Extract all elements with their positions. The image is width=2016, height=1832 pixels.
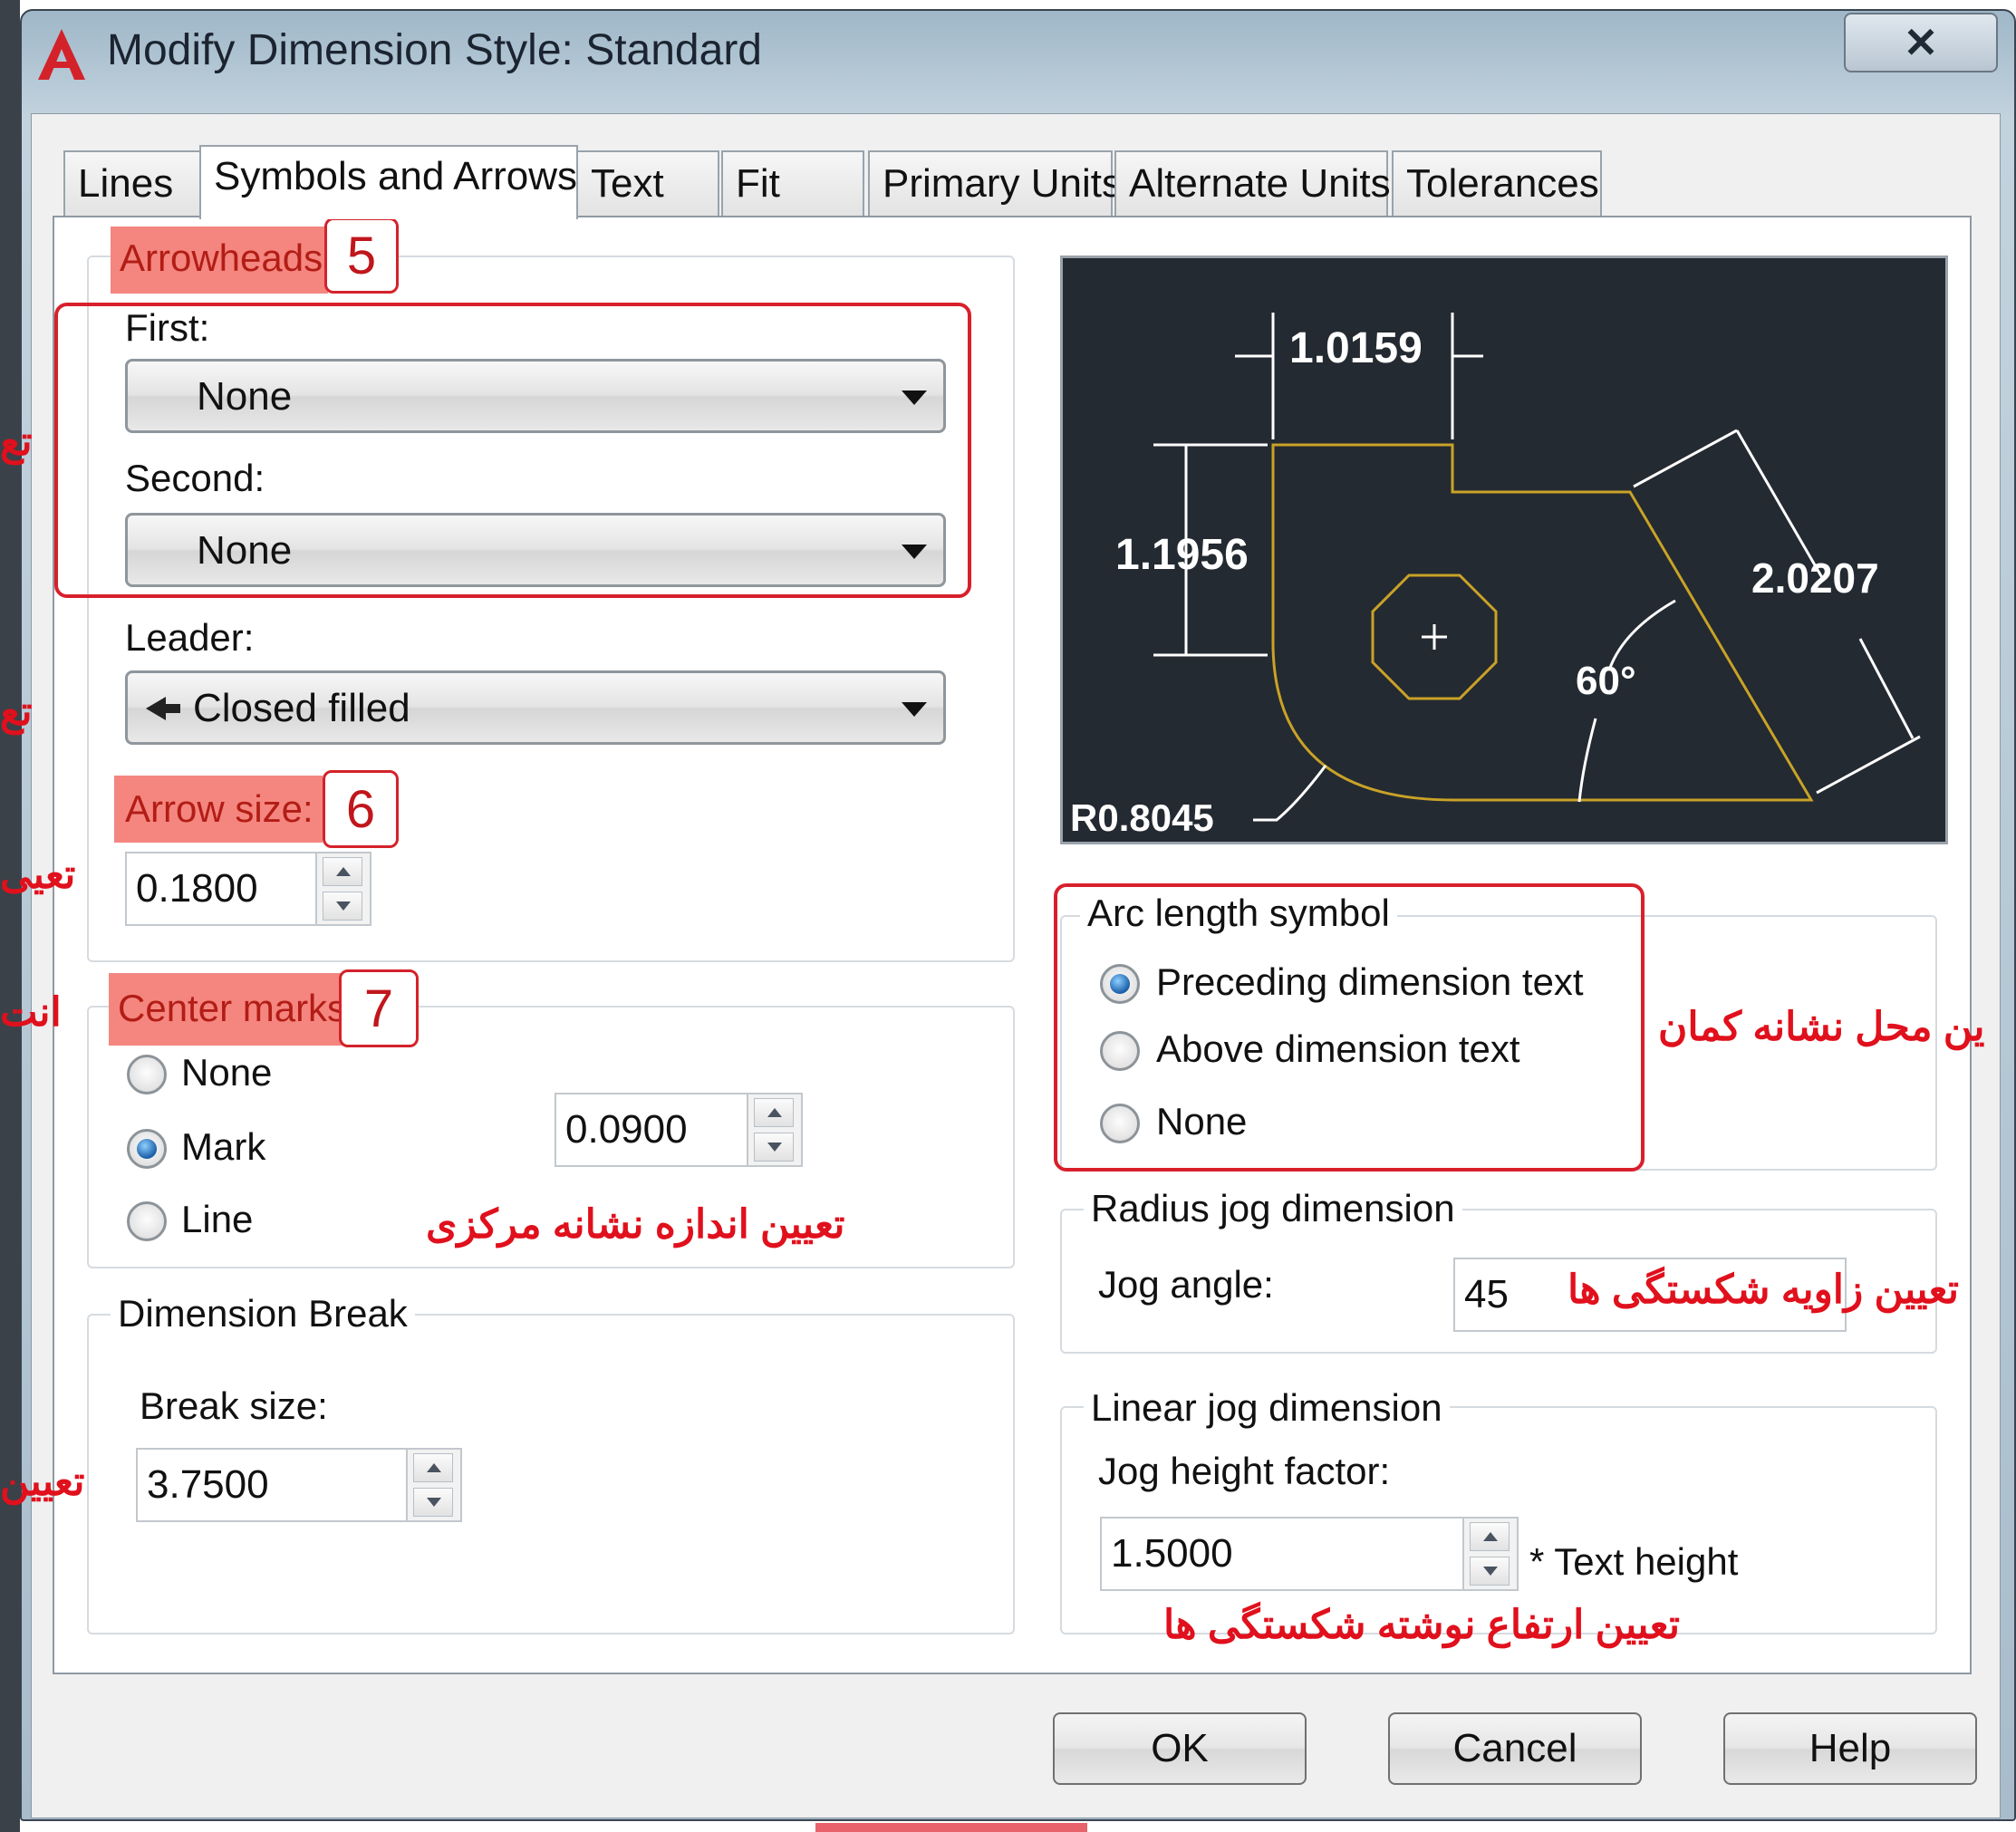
dimension-preview: 1.0159 1.1956 2.0207 60° R0.8045 [1060,256,1948,844]
close-button[interactable]: ✕ [1844,13,1998,72]
chevron-down-icon [902,545,927,559]
closed-filled-arrow-icon [146,697,180,720]
leader-label: Leader: [125,616,255,659]
background-accent [815,1823,1087,1832]
annotation-left-4: انت [0,990,62,1035]
chevron-down-icon [902,702,927,717]
center-line-label: Line [181,1198,254,1240]
arc-above-label: Above dimension text [1156,1027,1520,1070]
spin-down-icon[interactable] [754,1133,794,1162]
annotation-arc-symbol-position: ین محل نشانه کمان [1658,1005,1985,1049]
leader-arrow-value: Closed filled [193,686,410,730]
tab-primary-units[interactable]: Primary Units [868,150,1122,216]
jog-height-factor-spinner [1462,1519,1517,1589]
jog-height-factor-value: 1.5000 [1111,1531,1233,1576]
tab-symbols-and-arrows[interactable]: Symbols and Arrows [199,145,578,219]
linear-jog-title: Linear jog dimension [1084,1386,1450,1430]
arc-none-radio[interactable] [1100,1104,1140,1143]
cancel-button[interactable]: Cancel [1388,1712,1642,1785]
step-badge-7: 7 [339,969,419,1047]
break-size-input[interactable]: 3.7500 [136,1448,462,1522]
center-line-radio[interactable] [127,1201,167,1241]
break-size-value: 3.7500 [147,1462,269,1507]
preview-radius: R0.8045 [1070,796,1214,839]
arc-length-title: Arc length symbol [1080,892,1397,935]
center-mark-size-input[interactable]: 0.0900 [555,1093,803,1167]
arc-preceding-radio[interactable] [1100,964,1140,1004]
second-arrow-select[interactable]: None [125,513,946,587]
first-arrow-label: First: [125,306,210,349]
tab-fit[interactable]: Fit [721,150,864,216]
close-icon: ✕ [1903,19,1939,66]
annotation-left-2: تع [0,689,33,734]
spin-up-icon[interactable] [754,1098,794,1127]
annotation-left-1: تع [0,419,33,464]
chevron-down-icon [902,391,927,405]
dimension-break-title: Dimension Break [111,1292,415,1335]
tab-text[interactable]: Text [576,150,719,216]
jog-angle-value: 45 [1464,1272,1509,1316]
center-mark-radio[interactable] [127,1129,167,1169]
arc-preceding-label: Preceding dimension text [1156,960,1584,1003]
arc-above-radio[interactable] [1100,1031,1140,1071]
jog-height-factor-label: Jog height factor: [1098,1450,1391,1492]
spin-up-icon[interactable] [1470,1522,1510,1551]
preview-dim-top: 1.0159 [1289,324,1423,372]
tab-alternate-units[interactable]: Alternate Units [1114,150,1391,216]
radius-jog-title: Radius jog dimension [1084,1187,1462,1230]
center-marks-title: Center marks [109,973,346,1046]
second-arrow-value: None [197,528,293,573]
center-none-label: None [181,1051,273,1094]
tab-tolerances[interactable]: Tolerances [1392,150,1602,216]
jog-angle-label: Jog angle: [1098,1263,1274,1306]
autocad-logo-icon [38,29,85,80]
center-mark-size-spinner [747,1094,801,1165]
step-badge-5: 5 [324,217,399,294]
spin-up-icon[interactable] [413,1453,453,1482]
first-arrow-value: None [197,374,293,419]
annotation-jog-text-height: تعیین ارتفاع نوشته شکستگی ها [1163,1603,1681,1647]
arrow-size-label: Arrow size: [114,776,323,843]
preview-dim-right: 2.0207 [1751,554,1879,602]
spin-down-icon[interactable] [323,892,362,921]
text-height-suffix: * Text height [1529,1540,1739,1583]
arrow-size-value: 0.1800 [136,866,258,911]
annotation-left-5: تعیین [0,1460,85,1504]
tab-lines[interactable]: Lines [63,150,201,216]
arrowheads-title: Arrowheads [111,227,328,294]
spin-up-icon[interactable] [323,857,362,886]
center-mark-size-value: 0.0900 [565,1107,688,1152]
first-arrow-select[interactable]: None [125,359,946,433]
ok-button[interactable]: OK [1053,1712,1307,1785]
background-window-edge [0,0,20,1832]
arc-none-label: None [1156,1100,1248,1143]
preview-angle: 60° [1576,659,1636,703]
preview-dim-left: 1.1956 [1115,531,1249,579]
break-size-spinner [406,1450,460,1520]
step-badge-6: 6 [323,770,399,848]
annotation-jog-angle: تعیین زاویه شکستگی ها [1567,1268,1960,1312]
second-arrow-label: Second: [125,457,265,499]
arrow-size-input[interactable]: 0.1800 [125,852,371,926]
arrow-size-spinner [315,853,370,924]
break-size-label: Break size: [140,1384,328,1427]
window-title: Modify Dimension Style: Standard [107,26,762,74]
annotation-center-mark-size: تعیین اندازه نشانه مرکزی [426,1202,845,1247]
spin-down-icon[interactable] [413,1488,453,1517]
annotation-left-3: تعیی [0,853,76,897]
jog-height-factor-input[interactable]: 1.5000 [1100,1517,1519,1591]
spin-down-icon[interactable] [1470,1557,1510,1586]
center-none-radio[interactable] [127,1055,167,1094]
leader-arrow-select[interactable]: Closed filled [125,670,946,745]
center-mark-label: Mark [181,1125,266,1168]
help-button[interactable]: Help [1723,1712,1977,1785]
